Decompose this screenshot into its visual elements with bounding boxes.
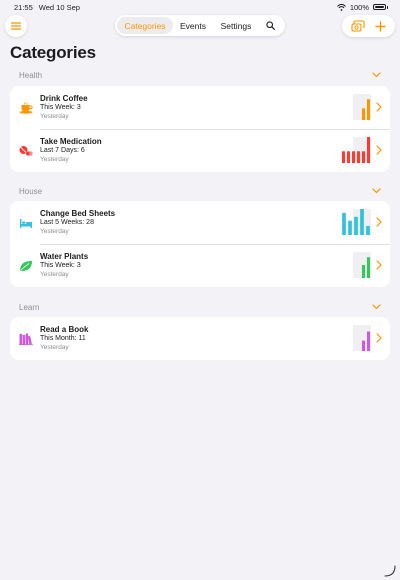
sparkline-bar <box>341 151 346 163</box>
chevron-right-icon <box>376 260 382 270</box>
item-last-date: Yesterday <box>40 270 69 278</box>
card-house: Change Bed Sheets Last 5 Weeks: 28 Yeste… <box>10 201 390 287</box>
page-title: Categories <box>10 43 96 62</box>
list-item-change-bed-sheets[interactable]: Change Bed Sheets Last 5 Weeks: 28 Yeste… <box>10 201 390 244</box>
chevron-right-icon <box>376 102 382 112</box>
section-header-health[interactable]: Health <box>19 69 381 81</box>
item-title: Read a Book <box>40 325 89 335</box>
tab-events[interactable]: Events <box>173 17 213 34</box>
item-last-date: Yesterday <box>40 112 69 120</box>
sparkline-bar <box>366 99 371 120</box>
status-date: Wed 10 Sep <box>38 2 80 12</box>
sparkline-bar <box>366 225 370 235</box>
section-title: Learn <box>19 302 40 312</box>
coffee-cup-icon <box>19 101 33 115</box>
status-bar: 21:55 Wed 10 Sep 100% <box>0 0 400 14</box>
export-button[interactable] <box>351 20 365 32</box>
books-icon <box>19 332 33 346</box>
item-title: Take Medication <box>40 137 102 147</box>
tab-settings[interactable]: Settings <box>213 17 259 34</box>
sparkline-bar <box>356 151 361 163</box>
bed-icon <box>19 216 33 230</box>
list-item-water-plants[interactable]: Water Plants This Week: 3 Yesterday <box>10 244 390 287</box>
section-title: House <box>19 186 43 196</box>
item-last-date: Yesterday <box>40 343 69 351</box>
tab-categories[interactable]: Categories <box>117 17 173 34</box>
chevron-right-icon <box>376 333 382 343</box>
item-title: Drink Coffee <box>40 94 88 104</box>
sparkline-bar <box>361 151 366 163</box>
item-last-date: Yesterday <box>40 155 69 163</box>
item-title: Change Bed Sheets <box>40 209 116 219</box>
section-header-learn[interactable]: Learn <box>19 301 381 313</box>
section-title: Health <box>19 70 43 80</box>
chevron-down-icon <box>372 72 381 78</box>
resize-corner-icon <box>384 565 396 577</box>
sparkline-bar <box>346 151 351 163</box>
list-item-take-medication[interactable]: Take Medication Last 7 Days: 6 Yesterday <box>10 129 390 172</box>
tab-bar: Categories Events Settings <box>115 15 285 36</box>
item-summary: Last 5 Weeks: 28 <box>40 219 94 227</box>
search-icon <box>265 21 275 30</box>
sparkline-bar <box>361 265 366 278</box>
search-button[interactable] <box>259 17 281 34</box>
menu-icon <box>11 22 21 30</box>
sparkline-chart <box>353 325 371 351</box>
menu-button[interactable] <box>5 15 27 37</box>
chevron-right-icon <box>376 217 382 227</box>
plus-icon <box>375 20 386 32</box>
item-last-date: Yesterday <box>40 227 69 235</box>
sparkline-bar <box>361 340 366 351</box>
sparkline-bar <box>366 257 371 278</box>
wifi-icon <box>336 3 346 11</box>
add-button[interactable] <box>375 20 386 32</box>
item-summary: This Week: 3 <box>40 104 81 112</box>
sparkline-chart <box>341 137 371 163</box>
status-time: 21:55 <box>14 2 33 12</box>
card-health: Drink Coffee This Week: 3 Yesterday Take… <box>10 86 390 172</box>
sparkline-bar <box>361 108 366 120</box>
card-learn: Read a Book This Month: 11 Yesterday <box>10 317 390 360</box>
chevron-right-icon <box>376 145 382 155</box>
item-summary: This Week: 3 <box>40 262 81 270</box>
battery-icon <box>373 4 388 10</box>
status-right: 100% <box>336 2 388 12</box>
sparkline-bar <box>348 220 352 235</box>
leaf-icon <box>19 259 33 273</box>
sparkline-bar <box>366 331 371 351</box>
archive-icon <box>351 20 365 32</box>
chevron-down-icon <box>372 188 381 194</box>
item-summary: This Month: 11 <box>40 335 86 343</box>
section-header-house[interactable]: House <box>19 185 381 197</box>
sparkline-bar <box>366 137 371 163</box>
list-item-read-a-book[interactable]: Read a Book This Month: 11 Yesterday <box>10 317 390 360</box>
sparkline-chart <box>353 252 371 278</box>
list-item-drink-coffee[interactable]: Drink Coffee This Week: 3 Yesterday <box>10 86 390 129</box>
item-summary: Last 7 Days: 6 <box>40 147 85 155</box>
toolbar-right <box>342 15 395 37</box>
sparkline-chart <box>342 209 371 235</box>
sparkline-bar <box>354 216 358 235</box>
sparkline-chart <box>353 94 371 120</box>
pills-icon <box>19 144 33 158</box>
chevron-down-icon <box>372 304 381 310</box>
sparkline-bar <box>360 209 364 235</box>
item-title: Water Plants <box>40 252 89 262</box>
sparkline-bar <box>342 212 346 235</box>
sparkline-bar <box>351 151 356 163</box>
battery-percent: 100% <box>349 2 369 12</box>
